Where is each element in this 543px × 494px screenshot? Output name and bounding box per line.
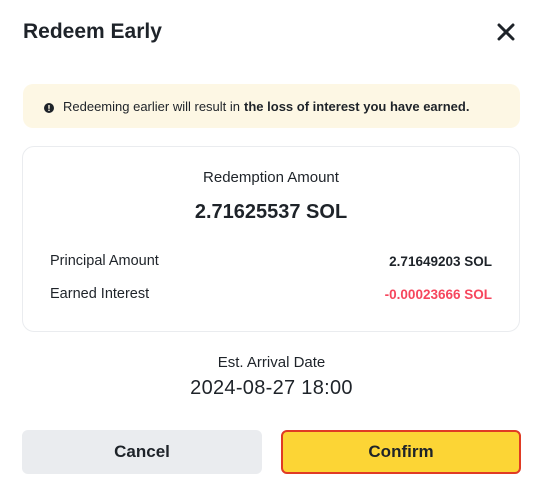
arrival-date: 2024-08-27 18:00 — [190, 377, 353, 399]
arrival-label: Est. Arrival Date — [217, 354, 326, 371]
redemption-summary-card: Redemption Amount 2.71625537 SOL Princip… — [22, 146, 520, 332]
redemption-amount-label: Redemption Amount — [203, 169, 339, 186]
close-icon[interactable] — [494, 20, 518, 44]
redeem-early-dialog: Redeem Early Redeeming earlier will resu… — [0, 0, 543, 494]
principal-value: 2.71649203 SOL — [389, 253, 492, 269]
interest-label: Earned Interest — [50, 286, 150, 302]
principal-row: Principal Amount 2.71649203 SOL — [50, 253, 492, 269]
notice-text: Redeeming earlier will result in — [63, 98, 241, 114]
notice-bold-text: the loss of interest you have earned. — [244, 98, 470, 114]
redemption-amount-value: 2.71625537 SOL — [194, 201, 348, 223]
warning-notice: Redeeming earlier will result in the los… — [23, 84, 520, 128]
confirm-button[interactable]: Confirm — [281, 430, 521, 474]
dialog-title: Redeem Early — [23, 20, 162, 43]
interest-row: Earned Interest -0.00023666 SOL — [50, 286, 492, 302]
cancel-button[interactable]: Cancel — [22, 430, 262, 474]
warning-icon — [44, 101, 54, 113]
interest-value: -0.00023666 SOL — [384, 286, 492, 302]
principal-label: Principal Amount — [50, 253, 159, 269]
